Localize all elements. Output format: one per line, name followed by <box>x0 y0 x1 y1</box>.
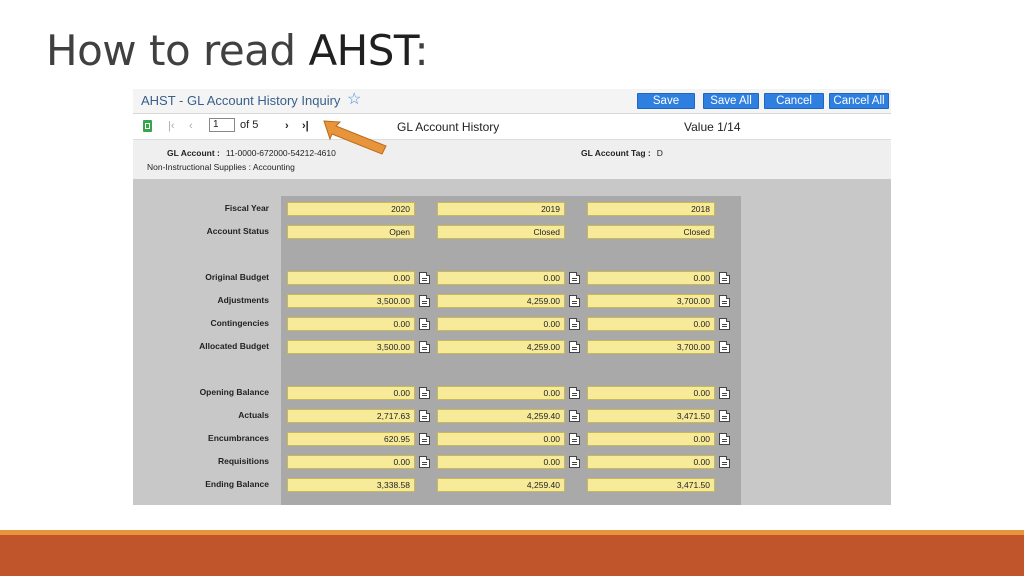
history-value-field[interactable]: 0.00 <box>437 317 565 331</box>
document-detail-icon[interactable] <box>569 295 580 307</box>
history-value-field[interactable]: 0.00 <box>287 271 415 285</box>
history-row-label: Fiscal Year <box>224 203 269 213</box>
previous-record-icon[interactable]: ‹ <box>189 118 193 134</box>
document-detail-icon[interactable] <box>419 272 430 284</box>
document-detail-icon[interactable] <box>719 341 730 353</box>
document-detail-icon[interactable] <box>569 341 580 353</box>
last-record-icon[interactable]: ›| <box>302 118 309 134</box>
slide-title-prefix: How to read <box>46 26 309 75</box>
history-row-label: Allocated Budget <box>199 341 269 351</box>
history-value-field[interactable]: 4,259.40 <box>437 409 565 423</box>
gl-account-value: 11-0000-672000-54212-4610 <box>225 148 336 158</box>
cancel-button[interactable]: Cancel <box>764 93 824 109</box>
document-detail-icon[interactable] <box>419 387 430 399</box>
first-record-icon[interactable]: |‹ <box>168 118 175 134</box>
document-detail-icon[interactable] <box>719 387 730 399</box>
document-detail-icon[interactable] <box>569 456 580 468</box>
save-button[interactable]: Save <box>637 93 695 109</box>
history-row-label: Actuals <box>238 410 269 420</box>
history-value-field[interactable]: Closed <box>587 225 715 239</box>
history-row-label: Adjustments <box>217 295 269 305</box>
app-screenshot: AHST - GL Account History Inquiry ☆ Save… <box>133 89 891 505</box>
page-count-label: of 5 <box>240 119 259 131</box>
document-detail-icon[interactable] <box>569 272 580 284</box>
document-detail-icon[interactable] <box>569 410 580 422</box>
history-value-field[interactable]: 3,338.58 <box>287 478 415 492</box>
favorite-star-icon[interactable]: ☆ <box>347 90 361 110</box>
history-value-field[interactable]: 3,471.50 <box>587 409 715 423</box>
history-value-field[interactable]: 2018 <box>587 202 715 216</box>
history-row-label: Opening Balance <box>199 387 269 397</box>
document-detail-icon[interactable] <box>719 295 730 307</box>
history-value-field[interactable]: 0.00 <box>287 317 415 331</box>
slide-title: How to read AHST: <box>46 26 429 75</box>
history-value-field[interactable]: 0.00 <box>587 317 715 331</box>
save-all-button[interactable]: Save All <box>703 93 759 109</box>
document-detail-icon[interactable] <box>569 387 580 399</box>
gl-account-tag-label: GL Account Tag :D <box>581 148 663 158</box>
gl-account-label: GL Account :11-0000-672000-54212-4610 <box>167 148 336 158</box>
history-value-field[interactable]: 0.00 <box>437 432 565 446</box>
document-detail-icon[interactable] <box>419 410 430 422</box>
history-value-field[interactable]: 0.00 <box>287 455 415 469</box>
app-title: AHST - GL Account History Inquiry <box>141 93 341 108</box>
history-value-field[interactable]: 4,259.00 <box>437 340 565 354</box>
document-detail-icon[interactable] <box>719 318 730 330</box>
history-row-label: Ending Balance <box>205 479 269 489</box>
document-detail-icon[interactable] <box>419 341 430 353</box>
history-value-field[interactable]: 2019 <box>437 202 565 216</box>
document-detail-icon[interactable] <box>719 433 730 445</box>
history-value-field[interactable]: 4,259.40 <box>437 478 565 492</box>
document-detail-icon[interactable] <box>719 456 730 468</box>
account-header: GL Account :11-0000-672000-54212-4610 No… <box>133 140 891 179</box>
document-detail-icon[interactable] <box>419 433 430 445</box>
history-value-field[interactable]: Open <box>287 225 415 239</box>
history-value-field[interactable]: 3,700.00 <box>587 294 715 308</box>
history-value-field[interactable]: 0.00 <box>587 386 715 400</box>
history-row-label: Account Status <box>206 226 269 236</box>
app-toolbar: AHST - GL Account History Inquiry ☆ Save… <box>133 89 891 114</box>
history-value-field[interactable]: 0.00 <box>437 271 565 285</box>
value-count: Value 1/14 <box>684 120 741 134</box>
history-row-label: Encumbrances <box>208 433 269 443</box>
history-value-field[interactable]: 3,471.50 <box>587 478 715 492</box>
history-value-field[interactable]: 0.00 <box>587 455 715 469</box>
history-value-field[interactable]: 0.00 <box>587 271 715 285</box>
history-value-field[interactable]: 3,700.00 <box>587 340 715 354</box>
footer-bar <box>0 535 1024 576</box>
gl-account-description: Non-Instructional Supplies : Accounting <box>147 162 295 172</box>
history-value-field[interactable]: 2,717.63 <box>287 409 415 423</box>
slide-title-suffix: : <box>414 26 429 75</box>
view-title: GL Account History <box>397 120 500 134</box>
history-value-field[interactable]: Closed <box>437 225 565 239</box>
document-detail-icon[interactable] <box>719 272 730 284</box>
history-value-field[interactable]: 3,500.00 <box>287 340 415 354</box>
history-value-field[interactable]: 3,500.00 <box>287 294 415 308</box>
document-detail-icon[interactable] <box>569 433 580 445</box>
history-value-field[interactable]: 0.00 <box>587 432 715 446</box>
cancel-all-button[interactable]: Cancel All <box>829 93 889 109</box>
document-detail-icon[interactable] <box>719 410 730 422</box>
document-detail-icon[interactable] <box>569 318 580 330</box>
callout-arrow-icon <box>323 120 387 155</box>
history-row-label: Contingencies <box>210 318 269 328</box>
gl-account-tag-value: D <box>656 148 663 158</box>
history-value-field[interactable]: 4,259.00 <box>437 294 565 308</box>
page-number-input[interactable]: 1 <box>209 118 235 132</box>
slide-title-highlight: AHST <box>308 26 415 75</box>
document-detail-icon[interactable] <box>419 295 430 307</box>
document-detail-icon[interactable] <box>419 456 430 468</box>
history-value-field[interactable]: 0.00 <box>437 386 565 400</box>
history-value-field[interactable]: 0.00 <box>437 455 565 469</box>
history-value-field[interactable]: 0.00 <box>287 386 415 400</box>
history-row-label: Requisitions <box>217 456 269 466</box>
document-detail-icon[interactable] <box>419 318 430 330</box>
history-row-label: Original Budget <box>205 272 269 282</box>
next-record-icon[interactable]: › <box>285 118 289 134</box>
history-value-field[interactable]: 2020 <box>287 202 415 216</box>
export-excel-icon[interactable] <box>143 120 152 132</box>
history-value-field[interactable]: 620.95 <box>287 432 415 446</box>
record-navigation-bar: |‹ ‹ 1 of 5 › ›| GL Account History Valu… <box>133 114 891 140</box>
